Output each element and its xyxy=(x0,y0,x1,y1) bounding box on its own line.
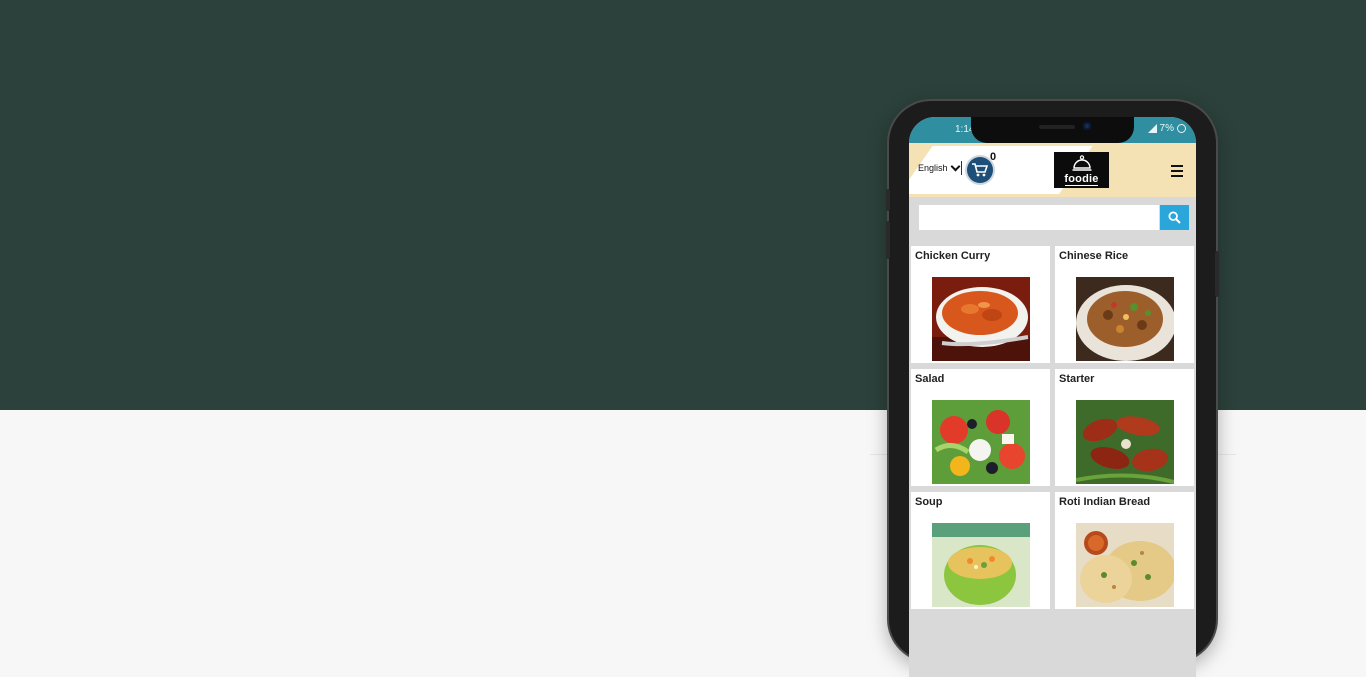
category-title: Chicken Curry xyxy=(915,250,991,262)
category-card-chinese-rice[interactable]: Chinese Rice xyxy=(1055,246,1194,363)
salad-image xyxy=(932,400,1030,484)
signal-icon xyxy=(1147,124,1157,133)
search-input[interactable] xyxy=(919,205,1159,230)
category-title: Roti Indian Bread xyxy=(1059,496,1151,508)
hamburger-menu-icon[interactable] xyxy=(1171,165,1183,180)
category-card-chicken-curry[interactable]: Chicken Curry xyxy=(911,246,1050,363)
logo-underline xyxy=(1065,185,1098,186)
category-card-salad[interactable]: Salad xyxy=(911,369,1050,486)
status-indicators: 7% xyxy=(1147,123,1186,134)
chinese-rice-image xyxy=(1076,277,1174,361)
phone-power-button xyxy=(1215,251,1219,297)
speaker-grille xyxy=(1039,125,1075,129)
soup-image xyxy=(932,523,1030,607)
category-card-starter[interactable]: Starter xyxy=(1055,369,1194,486)
category-title: Soup xyxy=(915,496,943,508)
starter-image xyxy=(1076,400,1174,484)
phone-mockup: 1:14 7% English 0 foodie Chicken Curry C… xyxy=(886,101,1219,677)
battery-percent: 7% xyxy=(1159,123,1174,134)
header-separator xyxy=(961,161,962,175)
chevron-down-icon xyxy=(950,161,960,172)
battery-clock-icon xyxy=(1177,124,1186,133)
search-icon xyxy=(1168,211,1181,224)
cloche-icon xyxy=(1072,155,1092,171)
category-title: Salad xyxy=(915,373,945,385)
roti-indian-bread-image xyxy=(1076,523,1174,607)
chicken-curry-image xyxy=(932,277,1030,361)
phone-screen: 1:14 7% English 0 foodie Chicken Curry C… xyxy=(909,117,1196,677)
front-camera xyxy=(1083,122,1091,130)
language-label: English xyxy=(918,163,948,173)
phone-notch xyxy=(971,117,1134,143)
cart-icon xyxy=(972,163,988,177)
phone-side-button xyxy=(886,189,890,211)
category-title: Starter xyxy=(1059,373,1095,385)
cart-count-badge: 0 xyxy=(990,151,997,163)
foodie-logo[interactable]: foodie xyxy=(1054,152,1109,188)
search-button[interactable] xyxy=(1160,205,1189,230)
phone-volume-button xyxy=(886,221,890,259)
logo-text: foodie xyxy=(1064,173,1099,185)
language-selector[interactable]: English xyxy=(918,161,960,173)
category-title: Chinese Rice xyxy=(1059,250,1129,262)
search-bar xyxy=(909,197,1196,241)
app-header: English 0 foodie xyxy=(909,143,1196,197)
category-card-roti-indian-bread[interactable]: Roti Indian Bread xyxy=(1055,492,1194,609)
category-card-soup[interactable]: Soup xyxy=(911,492,1050,609)
